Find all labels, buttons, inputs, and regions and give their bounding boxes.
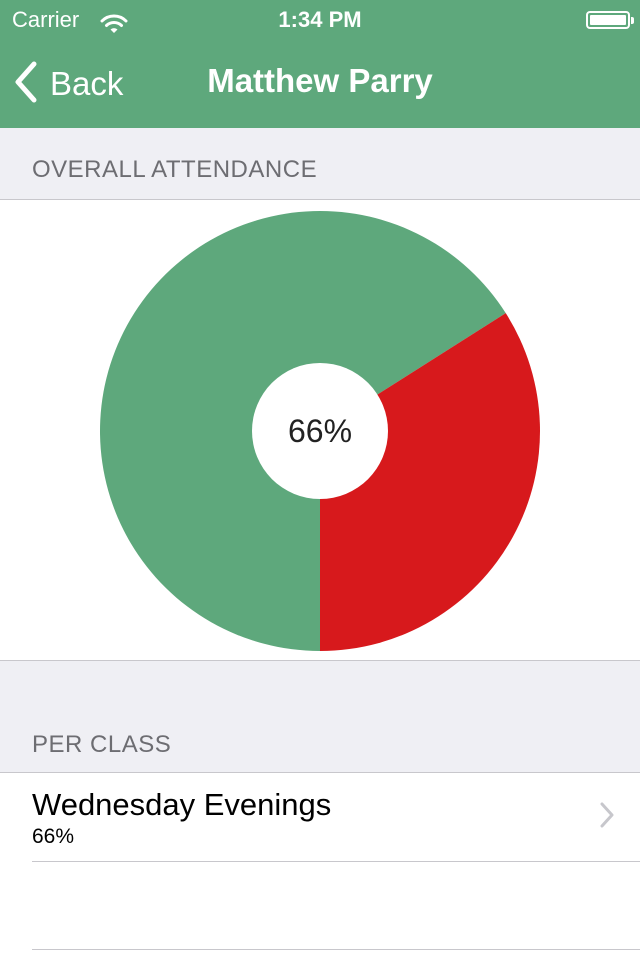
battery-icon xyxy=(586,11,634,29)
overall-attendance-header: OVERALL ATTENDANCE xyxy=(32,156,318,183)
pie-center-label: 66% xyxy=(288,413,352,449)
per-class-header: PER CLASS xyxy=(32,731,172,758)
attendance-chart-panel: 66% xyxy=(0,199,640,661)
class-row-wednesday-evenings[interactable]: Wednesday Evenings 66% xyxy=(0,773,640,861)
chevron-right-icon xyxy=(600,802,614,833)
class-attendance: 66% xyxy=(32,825,75,848)
row-separator xyxy=(32,861,640,862)
page-title: Matthew Parry xyxy=(207,62,433,99)
class-name: Wednesday Evenings xyxy=(32,787,332,822)
row-separator xyxy=(32,949,640,950)
navigation-bar: Carrier 1:34 PM Back Matthew Parry xyxy=(0,0,640,128)
status-bar: Carrier 1:34 PM xyxy=(0,0,640,40)
attendance-pie-chart: 66% xyxy=(99,210,540,651)
class-list: Wednesday Evenings 66% xyxy=(0,772,640,961)
clock: 1:34 PM xyxy=(278,7,362,32)
